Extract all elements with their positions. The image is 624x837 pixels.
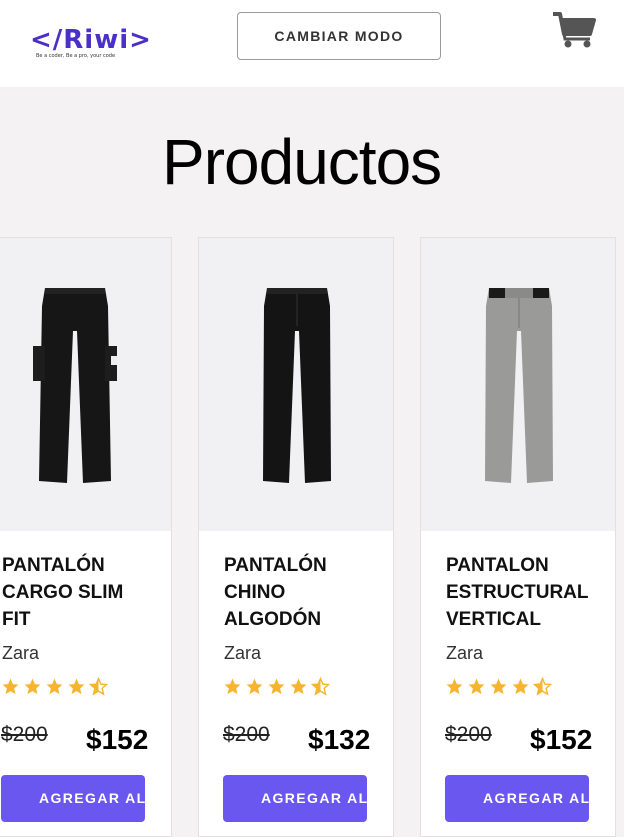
price: $152 [86,724,149,755]
old-price: $200 [1,723,48,746]
star-icon [512,678,529,695]
product-brand: Zara [446,643,484,663]
product-image [199,238,393,531]
cargo-pants-image [33,288,117,483]
structural-pants-image [485,288,553,483]
star-icon [490,678,507,695]
star-icon [246,678,263,695]
star-icon [268,678,285,695]
product-image [0,238,171,531]
old-price: $200 [223,723,270,746]
star-icon [24,678,41,695]
logo-text: </Riwi> [30,25,152,55]
product-name: PANTALÓN CARGO SLIM FIT [2,555,124,630]
product-name: PANTALÓN CHINO ALGODÓN [224,555,327,630]
star-icon [46,678,63,695]
change-mode-button[interactable]: CAMBIAR MODO [237,12,441,60]
riwi-logo[interactable]: </Riwi> Be a coder, Be a pro, your code [30,26,151,66]
product-rating [1,677,108,696]
product-card: PANTALÓN CARGO SLIM FIT Zara $200 $152 A… [0,237,172,837]
add-to-cart-button[interactable]: AGREGAR AL CARRITO [445,775,615,822]
header: </Riwi> Be a coder, Be a pro, your code … [0,0,624,87]
old-price: $200 [445,723,492,746]
star-icon [68,678,85,695]
product-rating [223,677,330,696]
star-icon [2,678,19,695]
product-rating [445,677,552,696]
chino-pants-image [263,288,331,483]
star-icon [468,678,485,695]
product-brand: Zara [224,643,262,663]
star-icon [446,678,463,695]
page-title: Productos [162,126,442,198]
product-name: PANTALON ESTRUCTURAL VERTICAL [446,555,589,630]
add-to-cart-button[interactable]: AGREGAR AL CARRITO [223,775,393,822]
star-icon [224,678,241,695]
product-card: PANTALÓN CHINO ALGODÓN Zara $200 $132 AG… [198,237,394,837]
product-brand: Zara [2,643,40,663]
product-image [421,238,615,531]
logo-tagline: Be a coder, Be a pro, your code [36,53,116,59]
half-star-icon [533,677,552,696]
product-card: PANTALON ESTRUCTURAL VERTICAL Zara $200 … [420,237,616,837]
cart-icon[interactable] [551,11,597,49]
price: $132 [308,724,371,755]
half-star-icon [89,677,108,696]
add-to-cart-button[interactable]: AGREGAR AL CARRITO [1,775,171,822]
half-star-icon [311,677,330,696]
star-icon [290,678,307,695]
price: $152 [530,724,593,755]
